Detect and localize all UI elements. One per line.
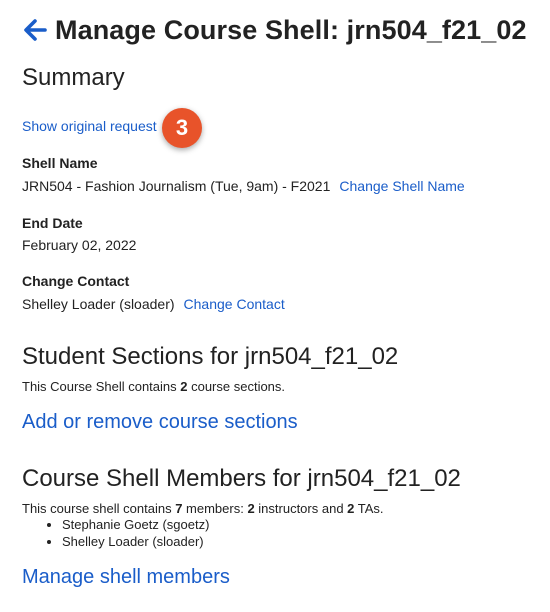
list-item: Stephanie Goetz (sgoetz) [62,516,209,533]
change-contact-label: Change Contact [22,273,130,289]
page-title: Manage Course Shell: jrn504_f21_02 [55,14,527,45]
shell-name-row: JRN504 - Fashion Journalism (Tue, 9am) -… [22,178,465,194]
members-text-tas: TAs. [354,501,384,516]
members-text-instructors: instructors and [254,501,348,516]
step-number-badge: 3 [162,108,202,148]
manage-shell-members-link[interactable]: Manage shell members [22,566,230,589]
contact-value: Shelley Loader (sloader) [22,296,175,312]
end-date-value: February 02, 2022 [22,237,137,253]
members-text-before: This course shell contains [22,501,176,516]
members-summary: This course shell contains 7 members: 2 … [22,501,384,516]
members-list: Stephanie Goetz (sgoetz) Shelley Loader … [22,516,209,550]
change-shell-name-link[interactable]: Change Shell Name [339,178,464,194]
back-arrow-icon[interactable] [22,17,48,43]
instructor-count: 2 [247,501,255,516]
add-remove-sections-link[interactable]: Add or remove course sections [22,411,298,434]
shell-name-label: Shell Name [22,155,98,171]
list-item: Shelley Loader (sloader) [62,533,209,550]
student-sections-summary: This Course Shell contains 2 course sect… [22,379,285,394]
sections-text-after: course sections. [187,379,286,394]
page: Manage Course Shell: jrn504_f21_02 Summa… [0,0,550,612]
end-date-label: End Date [22,215,83,231]
change-contact-link[interactable]: Change Contact [184,296,285,312]
page-header: Manage Course Shell: jrn504_f21_02 [22,10,527,50]
shell-name-value: JRN504 - Fashion Journalism (Tue, 9am) -… [22,178,331,194]
summary-heading: Summary [22,64,125,91]
sections-text-before: This Course Shell contains [22,379,181,394]
members-text-middle: members: [182,501,248,516]
show-original-request-link[interactable]: Show original request [22,118,157,134]
members-heading: Course Shell Members for jrn504_f21_02 [22,465,461,492]
change-contact-row: Shelley Loader (sloader) Change Contact [22,296,285,312]
student-sections-heading: Student Sections for jrn504_f21_02 [22,343,399,370]
